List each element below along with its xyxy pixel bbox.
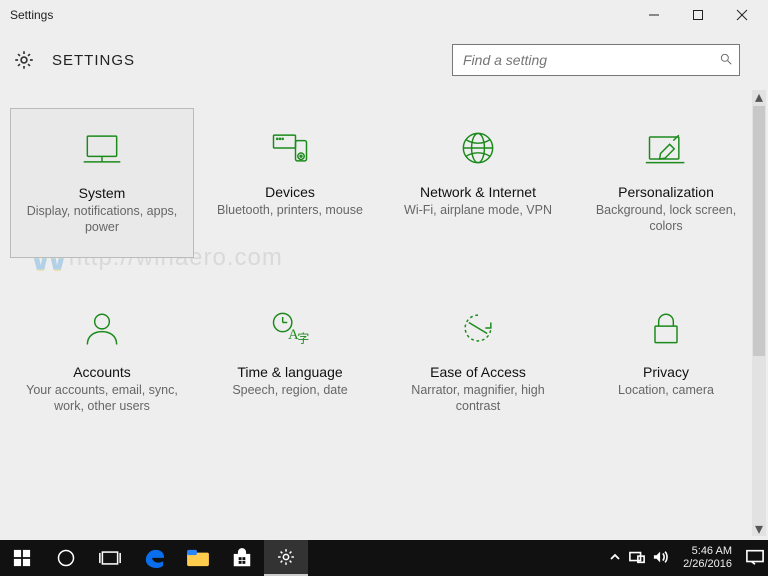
tile-label: Time & language [237, 364, 342, 380]
settings-window: Settings SETTINGS Whttp://winaero.com [0, 0, 768, 540]
tile-label: Network & Internet [420, 184, 536, 200]
tile-time-language[interactable]: A字 Time & language Speech, region, date [198, 288, 382, 438]
tile-label: Ease of Access [430, 364, 526, 380]
svg-text:字: 字 [297, 332, 309, 346]
globe-icon [456, 128, 500, 168]
maximize-button[interactable] [676, 0, 720, 30]
tile-desc: Bluetooth, printers, mouse [217, 202, 363, 218]
tile-desc: Background, lock screen, colors [582, 202, 750, 235]
minimize-button[interactable] [632, 0, 676, 30]
tile-label: Privacy [643, 364, 689, 380]
tile-desc: Location, camera [618, 382, 714, 398]
tile-label: Devices [265, 184, 315, 200]
header: SETTINGS [0, 30, 768, 86]
volume-tray-icon[interactable] [653, 550, 669, 567]
tile-privacy[interactable]: Privacy Location, camera [574, 288, 758, 438]
tile-desc: Speech, region, date [232, 382, 347, 398]
tile-label: System [79, 185, 126, 201]
file-explorer-button[interactable] [176, 540, 220, 576]
tile-label: Personalization [618, 184, 714, 200]
scroll-thumb[interactable] [753, 106, 765, 356]
devices-icon [268, 128, 312, 168]
search-icon [719, 52, 733, 69]
ease-of-access-icon [456, 308, 500, 348]
tile-system[interactable]: System Display, notifications, apps, pow… [10, 108, 194, 258]
scroll-up-arrow[interactable]: ▴ [752, 90, 766, 104]
monitor-icon [80, 129, 124, 169]
tile-personalization[interactable]: Personalization Background, lock screen,… [574, 108, 758, 258]
edge-button[interactable] [132, 540, 176, 576]
tray-clock[interactable]: 5:46 AM 2/26/2016 [677, 545, 738, 570]
tile-ease-of-access[interactable]: Ease of Access Narrator, magnifier, high… [386, 288, 570, 438]
tray-chevron-icon[interactable] [609, 551, 621, 566]
task-view-button[interactable] [88, 540, 132, 576]
cortana-button[interactable] [44, 540, 88, 576]
titlebar: Settings [0, 0, 768, 30]
tray-time: 5:46 AM [683, 545, 732, 558]
personalize-icon [644, 128, 688, 168]
tile-desc: Display, notifications, apps, power [19, 203, 185, 236]
search-input[interactable] [461, 51, 719, 69]
scroll-down-arrow[interactable]: ▾ [752, 522, 766, 536]
tile-label: Accounts [73, 364, 131, 380]
time-language-icon: A字 [268, 308, 312, 348]
store-button[interactable] [220, 540, 264, 576]
tile-desc: Narrator, magnifier, high contrast [394, 382, 562, 415]
settings-taskbar-button[interactable] [264, 540, 308, 576]
tile-devices[interactable]: Devices Bluetooth, printers, mouse [198, 108, 382, 258]
tiles-grid: System Display, notifications, apps, pow… [10, 96, 758, 438]
lock-icon [644, 308, 688, 348]
window-title: Settings [10, 8, 632, 22]
start-button[interactable] [0, 540, 44, 576]
gear-icon [10, 46, 38, 74]
person-icon [80, 308, 124, 348]
tile-network[interactable]: Network & Internet Wi-Fi, airplane mode,… [386, 108, 570, 258]
tile-accounts[interactable]: Accounts Your accounts, email, sync, wor… [10, 288, 194, 438]
search-box[interactable] [452, 44, 740, 76]
taskbar: 5:46 AM 2/26/2016 [0, 540, 768, 576]
tray-date: 2/26/2016 [683, 558, 732, 571]
system-tray: 5:46 AM 2/26/2016 [609, 545, 768, 570]
action-center-icon[interactable] [746, 549, 764, 568]
tile-desc: Your accounts, email, sync, work, other … [18, 382, 186, 415]
close-button[interactable] [720, 0, 764, 30]
tile-desc: Wi-Fi, airplane mode, VPN [404, 202, 552, 218]
network-tray-icon[interactable] [629, 550, 645, 567]
content-area: Whttp://winaero.com System Display, noti… [0, 86, 768, 540]
scrollbar[interactable]: ▴ ▾ [752, 90, 766, 536]
page-title: SETTINGS [52, 52, 452, 69]
